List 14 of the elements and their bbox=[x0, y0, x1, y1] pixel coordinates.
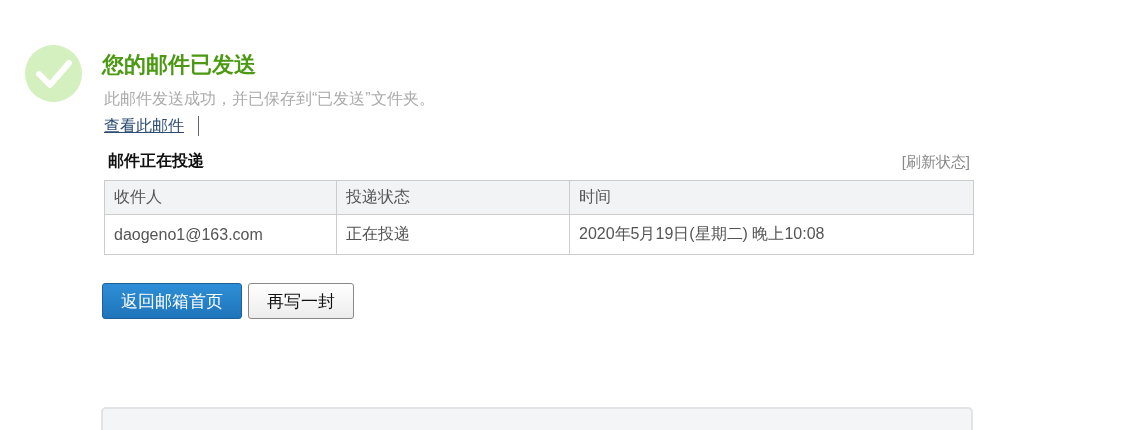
table-cell: daogeno1@163.com bbox=[104, 214, 337, 255]
column-header: 投递状态 bbox=[336, 180, 570, 215]
checkmark-icon bbox=[25, 45, 82, 102]
back-home-button[interactable]: 返回邮箱首页 bbox=[102, 283, 242, 319]
sent-title: 您的邮件已发送 bbox=[102, 51, 257, 79]
column-header: 收件人 bbox=[104, 180, 337, 215]
column-header: 时间 bbox=[569, 180, 974, 215]
view-mail-link[interactable]: 查看此邮件 bbox=[104, 115, 184, 137]
table-cell: 2020年5月19日(星期二) 晚上10:08 bbox=[569, 214, 974, 255]
table-cell: 正在投递 bbox=[336, 214, 570, 255]
refresh-link[interactable]: [刷新状态] bbox=[901, 153, 970, 172]
section-heading: 邮件正在投递 bbox=[108, 151, 204, 171]
compose-button[interactable]: 再写一封 bbox=[248, 283, 354, 319]
success-message: 此邮件发送成功，并已保存到“已发送”文件夹。 bbox=[104, 89, 436, 109]
